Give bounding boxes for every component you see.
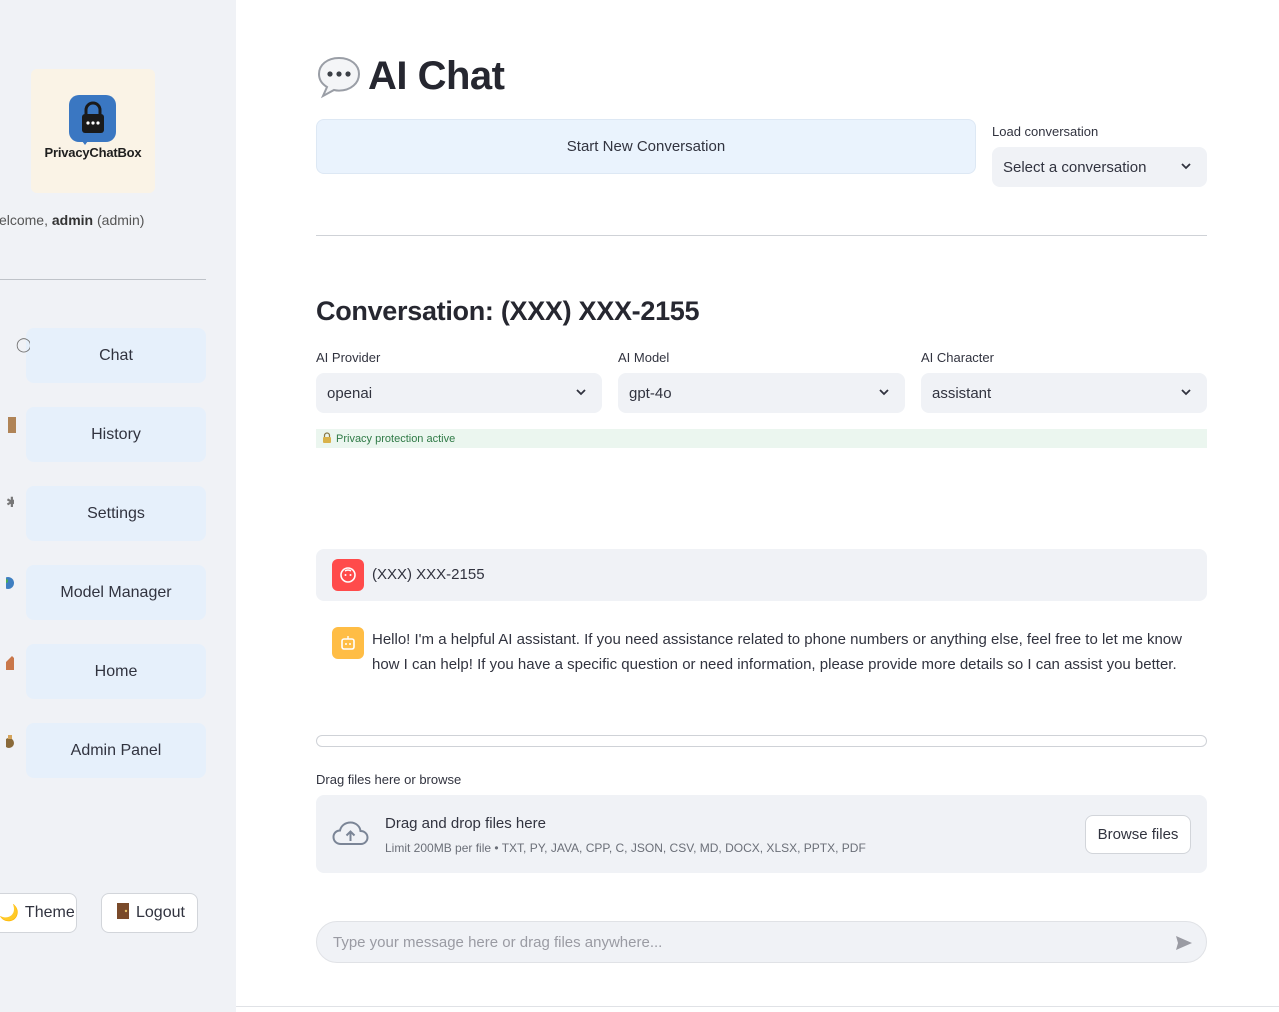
speech-bubble-icon xyxy=(316,55,362,99)
chevron-down-icon xyxy=(1181,389,1191,396)
logout-button[interactable]: Logout xyxy=(101,893,198,933)
ai-provider-label: AI Provider xyxy=(316,350,381,365)
door-icon xyxy=(116,902,130,925)
chevron-down-icon xyxy=(576,389,586,396)
ai-model-label: AI Model xyxy=(618,350,670,365)
sidebar-item-admin-panel[interactable]: Admin Panel xyxy=(6,723,206,778)
privacy-status-banner: Privacy protection active xyxy=(316,429,1207,448)
theme-button[interactable]: 🌙 Theme xyxy=(0,893,77,933)
sidebar-item-history[interactable]: History xyxy=(8,407,206,462)
sidebar-item-home[interactable]: Home xyxy=(6,644,206,699)
assistant-avatar-icon xyxy=(332,627,364,659)
sidebar: PrivacyChatBox Welcome, admin (admin) ◯ … xyxy=(0,0,236,1012)
lock-icon xyxy=(69,95,116,142)
browse-files-button[interactable]: Browse files xyxy=(1085,815,1191,854)
ai-provider-select[interactable]: openai xyxy=(316,373,602,413)
cloud-upload-icon xyxy=(332,821,369,845)
chevron-down-icon xyxy=(1181,163,1191,170)
scroll-icon xyxy=(8,415,16,435)
sidebar-divider xyxy=(0,279,206,280)
start-new-conversation-button[interactable]: Start New Conversation xyxy=(316,119,976,174)
file-dropzone[interactable]: Drag and drop files here Limit 200MB per… xyxy=(316,795,1207,873)
sidebar-item-settings[interactable]: ✱ Settings xyxy=(6,486,206,541)
dropzone-title: Drag and drop files here xyxy=(385,815,546,832)
message-text: (XXX) XXX-2155 xyxy=(372,566,485,583)
user-avatar-icon xyxy=(332,559,364,591)
page-title: AI Chat xyxy=(368,54,505,98)
main-content: AI Chat Start New Conversation Load conv… xyxy=(236,0,1279,1012)
logo-text: PrivacyChatBox xyxy=(44,145,142,160)
chat-input[interactable] xyxy=(333,922,1153,962)
speech-bubble-icon: ◯ xyxy=(16,336,30,352)
send-icon[interactable] xyxy=(1174,933,1194,953)
empty-container xyxy=(316,735,1207,747)
welcome-username: admin xyxy=(51,212,94,228)
house-icon xyxy=(6,652,14,672)
welcome-text: Welcome, admin (admin) xyxy=(0,212,145,228)
conversation-title: Conversation: (XXX) XXX-2155 xyxy=(316,296,700,326)
chat-message-user: (XXX) XXX-2155 xyxy=(316,549,1207,601)
file-upload-label: Drag files here or browse xyxy=(316,772,462,787)
load-conversation-label: Load conversation xyxy=(992,124,1099,139)
dropzone-limit: Limit 200MB per file • TXT, PY, JAVA, CP… xyxy=(385,841,866,855)
ai-character-select[interactable]: assistant xyxy=(921,373,1207,413)
lock-icon xyxy=(322,431,332,446)
sidebar-item-chat[interactable]: ◯ Chat xyxy=(16,328,206,383)
divider xyxy=(316,235,1207,236)
ai-model-select[interactable]: gpt-4o xyxy=(618,373,905,413)
gear-icon: ✱ xyxy=(6,494,14,510)
moon-icon: 🌙 xyxy=(0,905,19,922)
ai-character-label: AI Character xyxy=(921,350,994,365)
app-logo: PrivacyChatBox xyxy=(31,69,155,193)
chevron-down-icon xyxy=(879,389,889,396)
page-header: AI Chat xyxy=(316,54,505,99)
chat-input-box xyxy=(316,921,1207,963)
globe-icon xyxy=(6,573,14,593)
admin-icon xyxy=(6,731,14,751)
load-conversation-select[interactable]: Select a conversation xyxy=(992,147,1207,187)
message-text: Hello! I'm a helpful AI assistant. If yo… xyxy=(372,631,1182,673)
sidebar-item-model-manager[interactable]: Model Manager xyxy=(6,565,206,620)
